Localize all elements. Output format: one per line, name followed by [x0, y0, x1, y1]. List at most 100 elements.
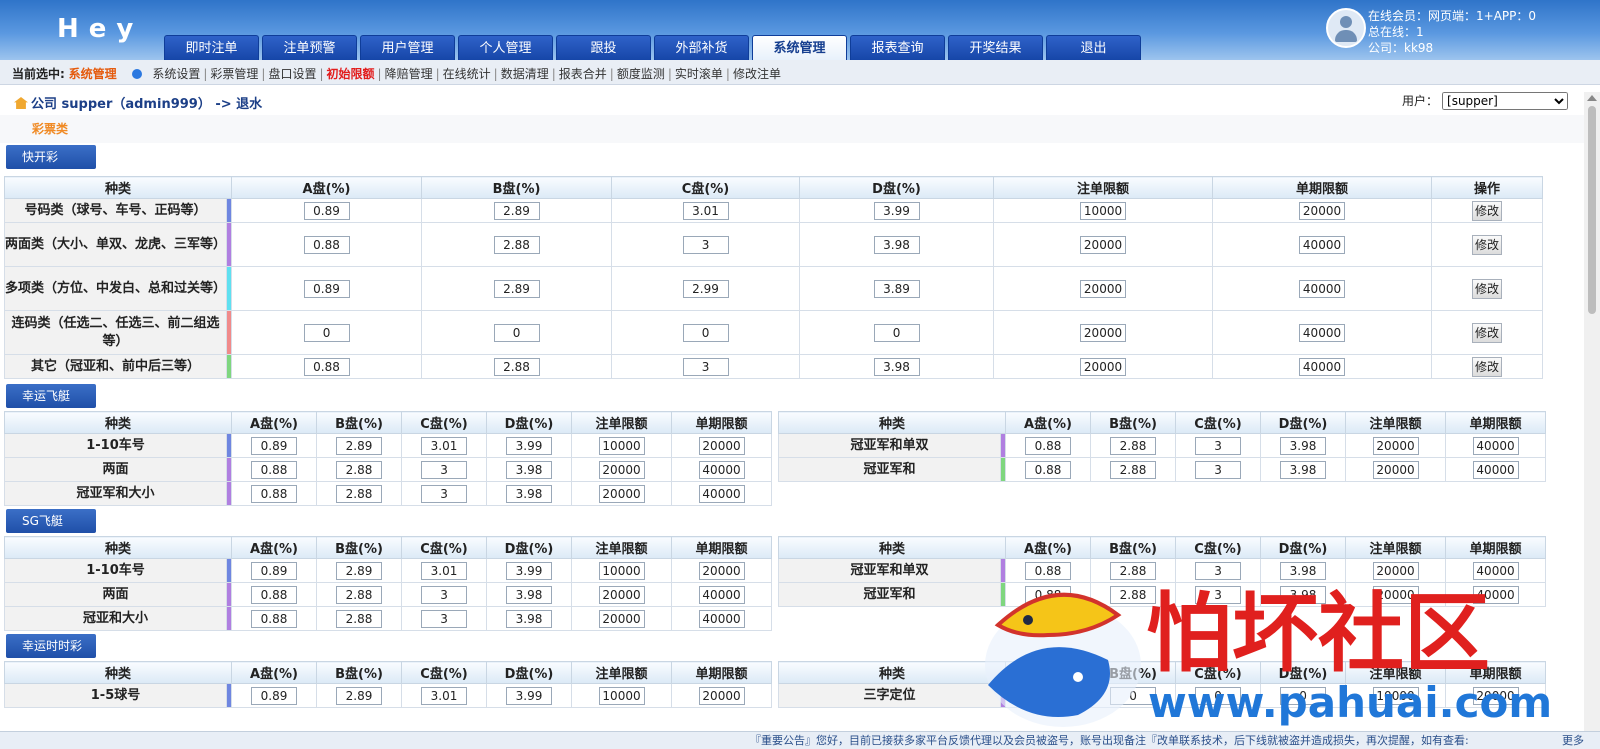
value-input[interactable]: 3.99	[506, 686, 553, 705]
value-input[interactable]: 0	[1195, 686, 1242, 705]
value-input[interactable]: 0.88	[303, 235, 350, 254]
subnav-item[interactable]: 盘口设置	[268, 67, 316, 81]
value-input[interactable]: 3.01	[682, 201, 729, 220]
value-input[interactable]: 20000	[698, 686, 745, 705]
value-input[interactable]: 3.89	[873, 279, 920, 298]
subnav-item[interactable]: 系统设置	[152, 67, 200, 81]
value-input[interactable]: 2.88	[1110, 436, 1157, 455]
value-input[interactable]: 20000	[598, 460, 645, 479]
value-input[interactable]: 3.99	[506, 436, 553, 455]
value-input[interactable]: 0.88	[1025, 585, 1072, 604]
scroll-up-icon[interactable]	[1587, 95, 1597, 101]
value-input[interactable]: 40000	[1299, 235, 1346, 254]
value-input[interactable]: 40000	[698, 585, 745, 604]
nav-tab[interactable]: 注单预警	[262, 35, 357, 60]
value-input[interactable]: 0.89	[251, 436, 298, 455]
value-input[interactable]: 0.89	[251, 686, 298, 705]
value-input[interactable]: 2.88	[493, 357, 540, 376]
value-input[interactable]: 2.88	[1110, 585, 1157, 604]
value-input[interactable]: 3.98	[1280, 585, 1327, 604]
edit-button[interactable]: 修改	[1472, 200, 1503, 221]
value-input[interactable]: 3	[1195, 436, 1242, 455]
nav-tab[interactable]: 个人管理	[458, 35, 553, 60]
value-input[interactable]: 20000	[698, 436, 745, 455]
nav-tab[interactable]: 跟投	[556, 35, 651, 60]
value-input[interactable]: 10000	[598, 436, 645, 455]
home-icon[interactable]	[14, 97, 28, 109]
value-input[interactable]: 2.88	[1110, 561, 1157, 580]
nav-tab[interactable]: 系统管理	[752, 35, 847, 60]
value-input[interactable]: 20000	[1372, 460, 1419, 479]
value-input[interactable]: 0	[1110, 686, 1157, 705]
scroll-thumb[interactable]	[1588, 106, 1596, 314]
subnav-item[interactable]: 修改注单	[733, 67, 781, 81]
edit-button[interactable]: 修改	[1472, 234, 1503, 255]
value-input[interactable]: 40000	[1299, 357, 1346, 376]
nav-tab[interactable]: 开奖结果	[948, 35, 1043, 60]
subnav-item[interactable]: 实时滚单	[675, 67, 723, 81]
subnav-item[interactable]: 报表合并	[559, 67, 607, 81]
value-input[interactable]: 3.98	[1280, 436, 1327, 455]
subnav-item[interactable]: 数据清理	[501, 67, 549, 81]
value-input[interactable]: 20000	[1080, 235, 1127, 254]
value-input[interactable]: 3.98	[873, 235, 920, 254]
value-input[interactable]: 2.89	[336, 561, 383, 580]
value-input[interactable]: 10000	[1080, 201, 1127, 220]
breadcrumb-text[interactable]: 公司 supper（admin999） -> 退水	[31, 97, 262, 112]
value-input[interactable]: 10000	[1372, 686, 1419, 705]
value-input[interactable]: 0.88	[1025, 460, 1072, 479]
value-input[interactable]: 2.88	[336, 585, 383, 604]
value-input[interactable]: 2.88	[336, 460, 383, 479]
value-input[interactable]: 0	[682, 323, 729, 342]
scrollbar[interactable]	[1584, 92, 1600, 731]
edit-button[interactable]: 修改	[1472, 356, 1503, 377]
value-input[interactable]: 20000	[1472, 686, 1519, 705]
nav-tab[interactable]: 即时注单	[164, 35, 259, 60]
nav-tab[interactable]: 报表查询	[850, 35, 945, 60]
value-input[interactable]: 3	[421, 609, 468, 628]
value-input[interactable]: 40000	[1299, 279, 1346, 298]
value-input[interactable]: 0	[1280, 686, 1327, 705]
value-input[interactable]: 0.88	[251, 460, 298, 479]
value-input[interactable]: 0.88	[251, 484, 298, 503]
value-input[interactable]: 0	[1025, 686, 1072, 705]
value-input[interactable]: 3	[1195, 460, 1242, 479]
value-input[interactable]: 2.88	[336, 484, 383, 503]
value-input[interactable]: 0.88	[303, 357, 350, 376]
value-input[interactable]: 10000	[598, 561, 645, 580]
subnav-item[interactable]: 在线统计	[443, 67, 491, 81]
value-input[interactable]: 3.98	[873, 357, 920, 376]
value-input[interactable]: 20000	[698, 561, 745, 580]
value-input[interactable]: 3.98	[506, 585, 553, 604]
value-input[interactable]: 20000	[1372, 436, 1419, 455]
value-input[interactable]: 20000	[1372, 585, 1419, 604]
value-input[interactable]: 40000	[698, 609, 745, 628]
value-input[interactable]: 0.89	[251, 561, 298, 580]
nav-tab[interactable]: 退出	[1046, 35, 1141, 60]
value-input[interactable]: 3	[421, 484, 468, 503]
value-input[interactable]: 3	[1195, 561, 1242, 580]
value-input[interactable]: 3	[421, 585, 468, 604]
value-input[interactable]: 40000	[1472, 585, 1519, 604]
value-input[interactable]: 0.89	[303, 201, 350, 220]
value-input[interactable]: 2.89	[336, 436, 383, 455]
user-select[interactable]: [supper]	[1442, 92, 1569, 110]
edit-button[interactable]: 修改	[1472, 322, 1503, 343]
value-input[interactable]: 20000	[598, 484, 645, 503]
value-input[interactable]: 20000	[1299, 201, 1346, 220]
value-input[interactable]: 3.98	[1280, 460, 1327, 479]
value-input[interactable]: 20000	[1080, 279, 1127, 298]
value-input[interactable]: 0.88	[251, 585, 298, 604]
value-input[interactable]: 3.98	[506, 609, 553, 628]
edit-button[interactable]: 修改	[1472, 278, 1503, 299]
value-input[interactable]: 3.01	[421, 436, 468, 455]
value-input[interactable]: 3.98	[1280, 561, 1327, 580]
more-link[interactable]: 更多	[1562, 732, 1584, 749]
value-input[interactable]: 2.89	[493, 279, 540, 298]
value-input[interactable]: 3.99	[506, 561, 553, 580]
value-input[interactable]: 2.88	[1110, 460, 1157, 479]
nav-tab[interactable]: 用户管理	[360, 35, 455, 60]
value-input[interactable]: 0.88	[251, 609, 298, 628]
value-input[interactable]: 0.88	[1025, 436, 1072, 455]
value-input[interactable]: 0	[493, 323, 540, 342]
